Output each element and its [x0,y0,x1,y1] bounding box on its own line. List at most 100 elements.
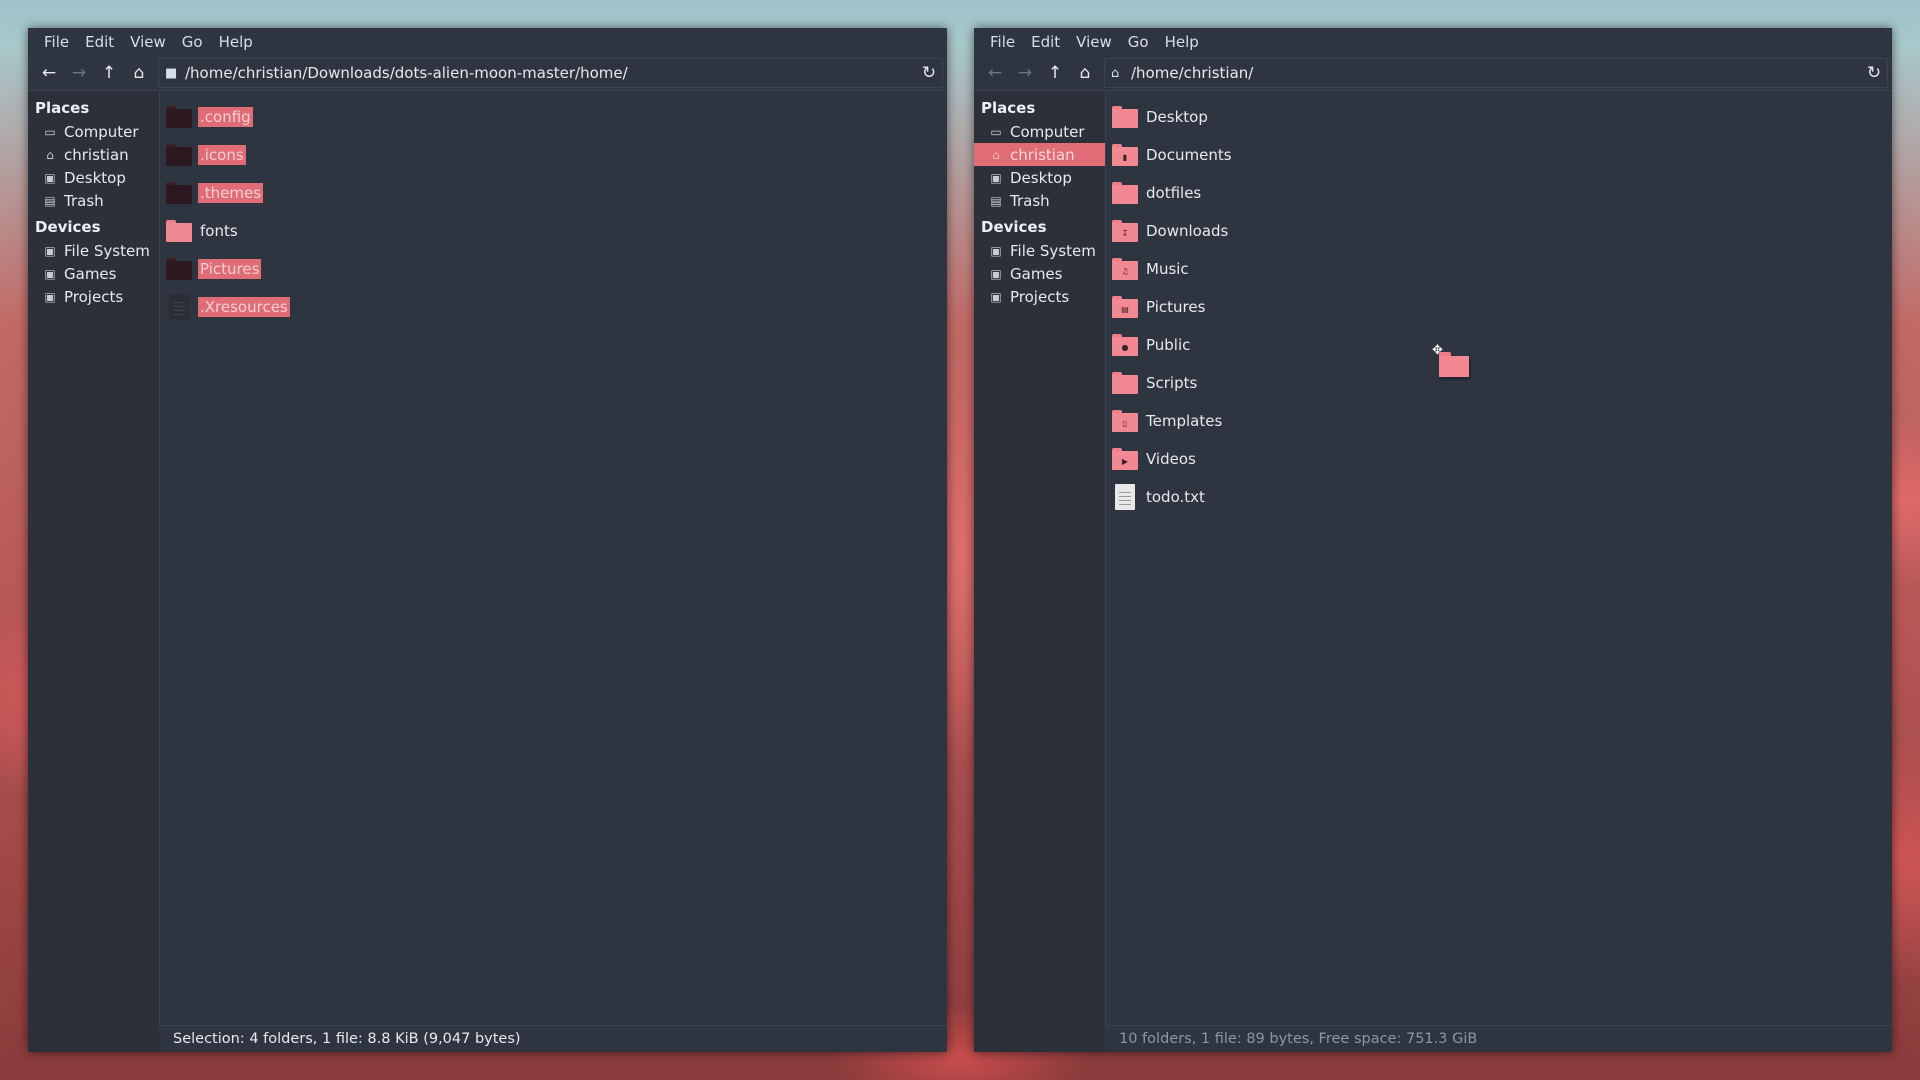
menu-help[interactable]: Help [211,33,261,51]
computer-icon: ▭ [44,124,56,139]
menu-file[interactable]: File [982,33,1023,51]
sidebar-item-computer[interactable]: ▭ Computer [974,120,1105,143]
videos-folder-icon: ▶ [1112,448,1138,470]
sidebar-item-games[interactable]: ▣ Games [974,262,1105,285]
sidebar-item-projects[interactable]: ▣ Projects [974,285,1105,308]
list-item[interactable]: Pictures [166,250,947,288]
sidebar-item-label: Games [1010,264,1063,283]
home-icon[interactable]: ⌂ [124,58,154,88]
desktop-icon: ▣ [44,170,56,185]
drive-icon: ▣ [44,243,56,258]
sidebar-item-label: Desktop [1010,168,1072,187]
folder-icon [166,182,192,204]
file-name: Desktop [1146,108,1208,126]
sidebar: Places ▭ Computer ⌂ christian ▣ Desktop ▤ Tr… [974,91,1106,1026]
list-item[interactable]: Desktop [1112,98,1892,136]
sidebar-item-label: Desktop [64,168,126,187]
file-name: Pictures [198,259,262,279]
home-icon[interactable]: ⌂ [1070,58,1100,88]
folder-icon: ■ [165,65,178,81]
home-icon: ⌂ [1111,65,1120,81]
back-icon[interactable]: ← [980,58,1010,88]
downloads-folder-icon: ↧ [1112,220,1138,242]
public-folder-icon: ● [1112,334,1138,356]
up-icon[interactable]: ↑ [94,58,124,88]
sidebar-item-trash[interactable]: ▤ Trash [974,189,1105,212]
file-name: Pictures [1146,298,1206,316]
sidebar-item-file-system[interactable]: ▣ File System [974,239,1105,262]
sidebar-item-desktop[interactable]: ▣ Desktop [974,166,1105,189]
file-name: .Xresources [198,297,290,317]
list-item[interactable]: Scripts [1112,364,1892,402]
menu-edit[interactable]: Edit [1023,33,1068,51]
list-item[interactable]: todo.txt [1112,478,1892,516]
file-name: Public [1146,336,1191,354]
folder-icon [1112,182,1138,204]
sidebar-item-label: File System [1010,241,1096,260]
sidebar-item-trash[interactable]: ▤ Trash [28,189,159,212]
sidebar-item-label: Games [64,264,117,283]
list-item[interactable]: dotfiles [1112,174,1892,212]
back-icon[interactable]: ← [34,58,64,88]
list-item[interactable]: ▯ Templates [1112,402,1892,440]
menu-file[interactable]: File [36,33,77,51]
reload-icon[interactable]: ↻ [916,63,942,83]
sidebar-item-home[interactable]: ⌂ christian [974,143,1105,166]
sidebar-item-label: Trash [64,191,104,210]
list-item[interactable]: .config [166,98,947,136]
sidebar: Places ▭ Computer ⌂ christian ▣ Desktop ▤ Tr… [28,91,160,1026]
status-bar: 10 folders, 1 file: 89 bytes, Free space… [1105,1025,1892,1052]
trash-icon: ▤ [990,193,1002,208]
file-name: Downloads [1146,222,1229,240]
location-path[interactable]: /home/christian/Downloads/dots-alien-moo… [185,64,916,82]
list-item[interactable]: .themes [166,174,947,212]
sidebar-item-projects[interactable]: ▣ Projects [28,285,159,308]
sidebar-item-file-system[interactable]: ▣ File System [28,239,159,262]
folder-icon [166,220,192,242]
sidebar-item-desktop[interactable]: ▣ Desktop [28,166,159,189]
sidebar-item-label: Computer [64,122,139,141]
list-item[interactable]: fonts [166,212,947,250]
forward-icon[interactable]: → [64,58,94,88]
templates-folder-icon: ▯ [1112,410,1138,432]
trash-icon: ▤ [44,193,56,208]
drive-icon: ▣ [990,289,1002,304]
location-path[interactable]: /home/christian/ [1131,64,1861,82]
menu-help[interactable]: Help [1157,33,1207,51]
menu-go[interactable]: Go [1120,33,1157,51]
sidebar-header-devices: Devices [35,218,101,236]
desktop-icon: ▣ [990,170,1002,185]
list-item[interactable]: .Xresources [166,288,947,326]
menubar: File Edit View Go Help [974,28,1892,56]
menu-view[interactable]: View [1068,33,1120,51]
toolbar: ← → ↑ ⌂ ⌂ /home/christian/ ↻ [974,56,1892,91]
file-list: Desktop ▮ Documents dotfiles ↧ Downloads… [1106,91,1892,1026]
list-item[interactable]: ▶ Videos [1112,440,1892,478]
menu-edit[interactable]: Edit [77,33,122,51]
file-name: .icons [198,145,246,165]
location-bar[interactable]: ⌂ /home/christian/ ↻ [1104,58,1888,88]
reload-icon[interactable]: ↻ [1861,63,1887,83]
file-name: Music [1146,260,1189,278]
up-icon[interactable]: ↑ [1040,58,1070,88]
menu-view[interactable]: View [122,33,174,51]
list-item[interactable]: ▮ Documents [1112,136,1892,174]
forward-icon[interactable]: → [1010,58,1040,88]
file-name: Scripts [1146,374,1198,392]
list-item[interactable]: ♫ Music [1112,250,1892,288]
documents-folder-icon: ▮ [1112,144,1138,166]
list-item[interactable]: ▤ Pictures [1112,288,1892,326]
home-icon: ⌂ [46,147,54,162]
list-item[interactable]: ↧ Downloads [1112,212,1892,250]
sidebar-item-label: christian [64,145,129,164]
list-item[interactable]: .icons [166,136,947,174]
sidebar-item-computer[interactable]: ▭ Computer [28,120,159,143]
list-item[interactable]: ● Public [1112,326,1892,364]
menu-go[interactable]: Go [174,33,211,51]
location-bar[interactable]: ■ /home/christian/Downloads/dots-alien-m… [158,58,943,88]
sidebar-item-games[interactable]: ▣ Games [28,262,159,285]
sidebar-item-home[interactable]: ⌂ christian [28,143,159,166]
folder-icon [1112,372,1138,394]
sidebar-header-places: Places [35,99,90,117]
drive-icon: ▣ [44,289,56,304]
